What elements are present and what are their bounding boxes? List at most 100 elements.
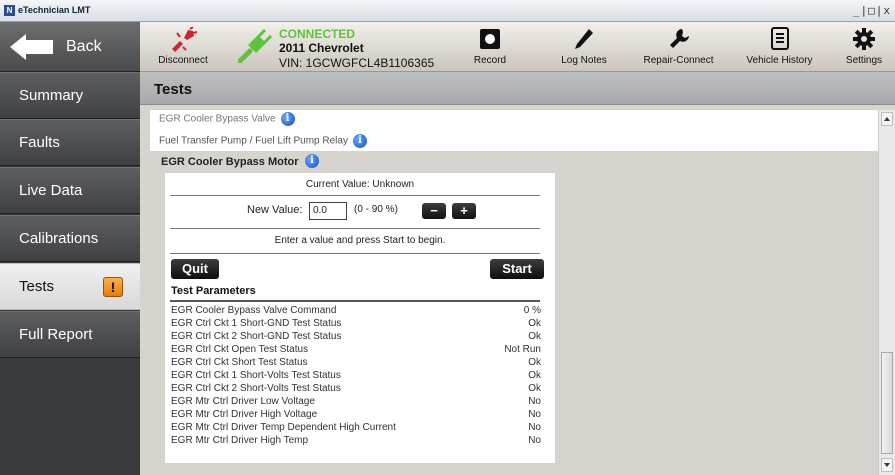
vertical-scrollbar[interactable] — [878, 110, 895, 475]
divider — [170, 253, 540, 254]
param-value: Ok — [528, 318, 541, 329]
test-list-item[interactable]: Fuel Transfer Pump / Fuel Lift Pump Rela… — [159, 134, 367, 148]
param-name: EGR Ctrl Ckt Open Test Status — [171, 344, 309, 355]
test-list-item-label: Fuel Transfer Pump / Fuel Lift Pump Rela… — [159, 135, 348, 147]
scroll-up-arrow-icon[interactable] — [881, 112, 893, 126]
decrement-button[interactable]: − — [422, 203, 446, 219]
info-icon[interactable]: i — [352, 134, 367, 148]
sidebar-item-summary[interactable]: Summary — [0, 72, 140, 119]
param-value: Ok — [528, 370, 541, 381]
info-icon[interactable]: i — [280, 112, 295, 126]
selected-test-header: EGR Cooler Bypass Motor i — [150, 151, 878, 173]
param-name: EGR Ctrl Ckt 2 Short-GND Test Status — [171, 331, 342, 342]
sidebar: Back Summary Faults Live Data Calibratio… — [0, 22, 140, 475]
pencil-icon — [575, 29, 593, 49]
table-row: EGR Ctrl Ckt Short Test Status Ok — [171, 357, 541, 370]
sidebar-item-full-report[interactable]: Full Report — [0, 311, 140, 358]
scrollbar-thumb[interactable] — [881, 352, 893, 454]
param-value: 0 % — [523, 305, 541, 316]
test-list-item[interactable]: EGR Cooler Bypass Valve i — [159, 112, 295, 126]
instruction-text: Enter a value and press Start to begin. — [274, 235, 446, 246]
vehicle-vin: VIN: 1GCWGFCL4B1106365 — [279, 56, 435, 70]
connected-vehicle: 2011 Chevrolet — [279, 41, 364, 55]
toolbar: Disconnect CONNECTED 2011 Chevrolet VIN:… — [140, 22, 895, 72]
page-header: Tests — [140, 72, 895, 105]
table-row: EGR Mtr Ctrl Driver High Voltage No — [171, 409, 541, 422]
log-notes-label: Log Notes — [561, 55, 607, 66]
increment-button[interactable]: + — [452, 203, 476, 219]
quit-button[interactable]: Quit — [171, 259, 219, 279]
vehicle-history-button[interactable]: Vehicle History — [737, 22, 822, 72]
settings-label: Settings — [845, 55, 883, 66]
param-name: EGR Cooler Bypass Valve Command — [171, 305, 337, 316]
param-name: EGR Mtr Ctrl Driver Low Voltage — [171, 396, 315, 407]
wrench-icon — [669, 29, 689, 48]
sidebar-item-label: Calibrations — [19, 230, 99, 247]
new-value-input[interactable]: 0.0 — [309, 202, 347, 220]
param-name: EGR Mtr Ctrl Driver High Voltage — [171, 409, 318, 420]
table-row: EGR Ctrl Ckt 2 Short-GND Test Status Ok — [171, 331, 541, 344]
param-name: EGR Mtr Ctrl Driver High Temp — [171, 435, 309, 446]
table-row: EGR Ctrl Ckt Open Test Status Not Run — [171, 344, 541, 357]
param-name: EGR Ctrl Ckt Short Test Status — [171, 357, 308, 368]
table-row: EGR Cooler Bypass Valve Command 0 % — [171, 305, 541, 318]
table-row: EGR Mtr Ctrl Driver Temp Dependent High … — [171, 422, 541, 435]
param-value: Not Run — [504, 344, 541, 355]
sidebar-item-label: Full Report — [19, 326, 93, 343]
window-title: eTechnician LMT — [18, 5, 91, 15]
divider — [170, 300, 540, 302]
back-arrow-icon-shaft — [25, 40, 53, 54]
repair-connect-button[interactable]: Repair-Connect — [636, 22, 721, 72]
sidebar-item-calibrations[interactable]: Calibrations — [0, 215, 140, 262]
param-value: Ok — [528, 331, 541, 342]
param-name: EGR Ctrl Ckt 2 Short-Volts Test Status — [171, 383, 341, 394]
param-value: Ok — [528, 357, 541, 368]
log-notes-button[interactable]: Log Notes — [549, 22, 619, 72]
selected-test-title: EGR Cooler Bypass Motor — [161, 156, 299, 168]
test-control-panel: Current Value: Unknown New Value: 0.0 (0… — [165, 173, 555, 463]
new-value-range: (0 - 90 %) — [354, 204, 398, 215]
scroll-down-arrow-icon[interactable] — [881, 458, 893, 472]
table-row: EGR Ctrl Ckt 2 Short-Volts Test Status Ok — [171, 383, 541, 396]
test-list: EGR Cooler Bypass Valve i Fuel Transfer P… — [150, 110, 878, 151]
app-icon: N — [4, 5, 15, 16]
record-label: Record — [473, 55, 507, 66]
new-value-label: New Value: — [247, 204, 303, 216]
info-icon[interactable]: i — [305, 154, 319, 168]
sidebar-item-label: Tests — [19, 278, 55, 295]
connected-plug-icon — [238, 28, 272, 63]
table-row: EGR Mtr Ctrl Driver High Temp No — [171, 435, 541, 448]
sidebar-item-label: Live Data — [19, 182, 83, 199]
vehicle-history-label: Vehicle History — [746, 55, 813, 66]
param-value: Ok — [528, 383, 541, 394]
divider — [170, 228, 540, 229]
settings-button[interactable]: Settings — [836, 22, 892, 72]
record-icon — [480, 29, 500, 49]
table-row: EGR Ctrl Ckt 1 Short-Volts Test Status Ok — [171, 370, 541, 383]
window-titlebar: N eTechnician LMT _|□|x — [0, 0, 895, 22]
param-name: EGR Ctrl Ckt 1 Short-Volts Test Status — [171, 370, 341, 381]
back-button[interactable]: Back — [0, 22, 140, 72]
warning-badge-icon: ! — [103, 277, 123, 297]
sidebar-item-live-data[interactable]: Live Data — [0, 167, 140, 214]
page-title: Tests — [154, 81, 193, 98]
record-button[interactable]: Record — [460, 22, 520, 72]
back-arrow-icon — [10, 34, 26, 60]
sidebar-item-faults[interactable]: Faults — [0, 119, 140, 166]
repair-connect-label: Repair-Connect — [643, 55, 714, 66]
test-parameters-title: Test Parameters — [171, 285, 256, 297]
document-icon — [770, 27, 789, 50]
param-value: No — [528, 409, 541, 420]
sidebar-item-tests[interactable]: Tests ! — [0, 263, 140, 310]
disconnect-button[interactable]: Disconnect — [148, 22, 218, 72]
param-name: EGR Mtr Ctrl Driver Temp Dependent High … — [171, 422, 396, 433]
disconnect-label: Disconnect — [158, 55, 208, 66]
param-value: No — [528, 396, 541, 407]
window-controls[interactable]: _|□|x — [853, 4, 891, 17]
start-button[interactable]: Start — [490, 259, 544, 279]
sidebar-item-label: Summary — [19, 87, 84, 104]
param-name: EGR Ctrl Ckt 1 Short-GND Test Status — [171, 318, 342, 329]
current-value: Unknown — [372, 179, 415, 190]
sidebar-item-label: Faults — [19, 134, 60, 151]
current-value-label: Current Value: — [305, 179, 370, 190]
